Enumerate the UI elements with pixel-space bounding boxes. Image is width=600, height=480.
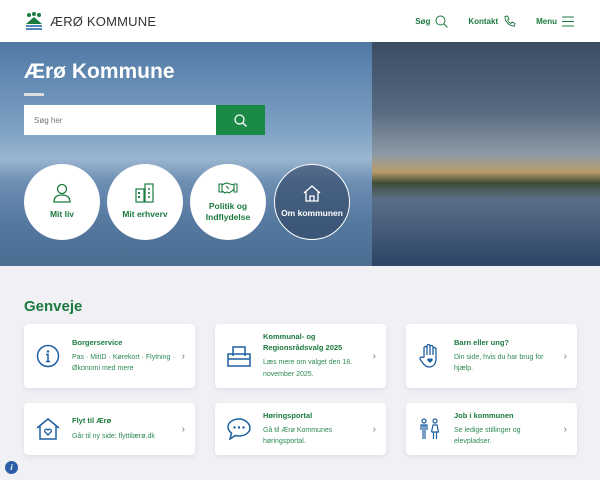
house-icon — [303, 185, 321, 203]
card-title: Høringsportal — [263, 410, 313, 420]
card-job[interactable]: Job i kommunen Se ledige stillinger og el… — [406, 403, 577, 455]
card-flyt-til-aero[interactable]: Flyt til Ærø Går til ny side: flyttilærø.… — [24, 403, 195, 455]
card-desc: Pas · MitID · Kørekort · Flytning · Økon… — [72, 354, 175, 373]
chevron-right-icon: › — [181, 350, 185, 362]
chevron-right-icon: › — [563, 350, 567, 362]
circle-om-kommunen[interactable]: Om kommunen — [274, 164, 350, 240]
search-icon — [234, 113, 247, 127]
accessibility-info-icon[interactable]: i — [5, 461, 18, 474]
site-header: ÆRØ KOMMUNE Søg Kontakt Menu — [0, 0, 600, 42]
nav-contact-label: Kontakt — [468, 16, 499, 26]
phone-icon — [504, 14, 516, 26]
circle-label: Mit erhverv — [122, 209, 168, 220]
nav-menu[interactable]: Menu — [536, 16, 574, 27]
chat-icon — [227, 418, 251, 440]
nav-search-label: Søg — [415, 16, 431, 26]
card-title: Flyt til Ærø — [72, 416, 112, 426]
card-desc: Går til ny side: flyttilærø.dk — [72, 432, 155, 440]
logo-icon — [26, 12, 42, 30]
card-valg[interactable]: Kommunal- og Regionsrådsvalg 2025 Læs mer… — [215, 324, 386, 388]
circle-politik[interactable]: Politik og Indflydelse — [190, 164, 266, 240]
chevron-right-icon: › — [372, 423, 376, 435]
logo-text: ÆRØ KOMMUNE — [50, 13, 157, 29]
chevron-right-icon: › — [181, 423, 185, 435]
house-heart-icon — [36, 418, 60, 440]
search-button[interactable] — [216, 105, 265, 135]
card-barn-ung[interactable]: Barn eller ung? Din side, hvis du har bru… — [406, 324, 577, 388]
buildings-icon — [135, 183, 154, 204]
card-title: Borgerservice — [72, 337, 123, 347]
card-desc: Gå til Ærø Kommunes høringsportal. — [263, 427, 333, 446]
info-icon — [36, 344, 60, 368]
card-desc: Din side, hvis du har brug for hjælp. — [454, 354, 544, 373]
chevron-right-icon: › — [563, 423, 567, 435]
nav-contact[interactable]: Kontakt — [468, 14, 516, 28]
circle-label: Om kommunen — [281, 208, 343, 219]
chevron-right-icon: › — [372, 350, 376, 362]
card-title: Barn eller ung? — [454, 337, 510, 347]
menu-icon — [562, 16, 574, 26]
card-borgerservice[interactable]: Borgerservice Pas · MitID · Kørekort · Fl… — [24, 324, 195, 388]
logo[interactable]: ÆRØ KOMMUNE — [24, 11, 156, 31]
search-input[interactable] — [24, 105, 216, 135]
card-desc: Se ledige stillinger og elevpladser. — [454, 427, 521, 446]
card-title: Kommunal- og Regionsrådsvalg 2025 — [263, 332, 343, 352]
card-horingsportal[interactable]: Høringsportal Gå til Ærø Kommunes hørings… — [215, 403, 386, 455]
hero: Ærø Kommune Mit liv Mit erhverv Politik … — [0, 42, 600, 266]
title-underline — [24, 93, 44, 96]
circle-label: Politik og Indflydelse — [205, 200, 251, 222]
ballot-box-icon — [227, 346, 251, 367]
search-icon — [435, 15, 449, 28]
card-desc: Læs mere om valget den 18. november 2025… — [263, 359, 353, 378]
handshake-icon — [218, 182, 238, 194]
search-form — [24, 105, 265, 135]
hand-heart-icon — [419, 344, 437, 368]
circle-mit-erhverv[interactable]: Mit erhverv — [107, 164, 183, 240]
people-icon — [420, 418, 440, 439]
person-icon — [53, 184, 71, 204]
circle-label: Mit liv — [49, 209, 75, 220]
genveje-title: Genveje — [24, 298, 83, 315]
circle-mit-liv[interactable]: Mit liv — [24, 164, 100, 240]
hero-image — [372, 42, 600, 266]
card-title: Job i kommunen — [454, 410, 514, 420]
hero-title: Ærø Kommune — [24, 60, 175, 83]
nav-search[interactable]: Søg — [415, 15, 449, 28]
nav-menu-label: Menu — [536, 16, 557, 26]
